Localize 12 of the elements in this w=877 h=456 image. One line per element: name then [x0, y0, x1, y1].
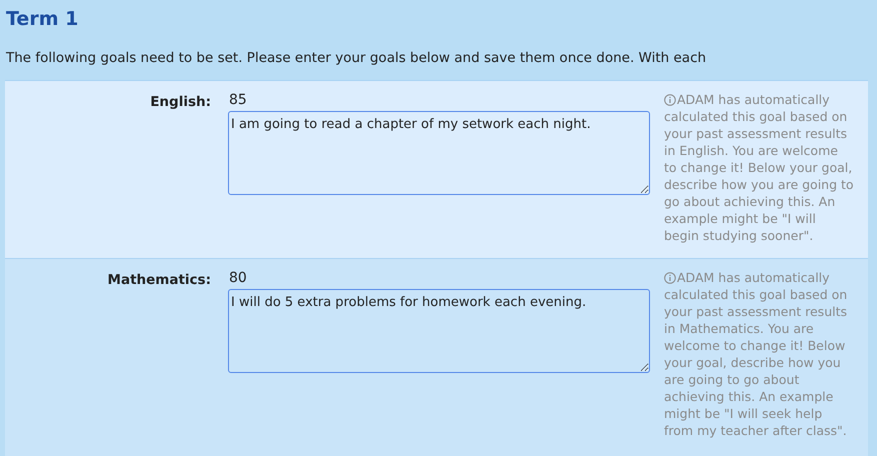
- page-heading: Term 1: [5, 7, 80, 32]
- score-field[interactable]: 80: [228, 268, 598, 289]
- info-icon: [664, 94, 676, 106]
- goal-field[interactable]: I will do 5 extra problems for homework each evening.: [228, 288, 650, 373]
- intro-text: The following goals need to be set. Please enter your goals below and save them once done. With each: [5, 48, 708, 68]
- goal-field[interactable]: I am going to read a chapter of my setwork each night.: [228, 110, 650, 195]
- hint-text: ADAM has automatically calculated this goal based on your past assessment results in Mathematics. You are welcome to change it! Below your goal, describe how you are going to go about achieving this. An example might be "I will seek help from my teacher after class".: [664, 268, 848, 439]
- info-icon: [664, 272, 676, 284]
- score-field[interactable]: 85: [228, 90, 598, 111]
- hint-text: ADAM has automatically calculated this goal based on your past assessment results in English. You are welcome to change it! Below your goal, describe how you are going to go about achieving this. An example might be "I will begin studying sooner".: [664, 90, 854, 244]
- subject-label: Mathematics:: [108, 270, 211, 290]
- subject-label: English:: [150, 92, 211, 112]
